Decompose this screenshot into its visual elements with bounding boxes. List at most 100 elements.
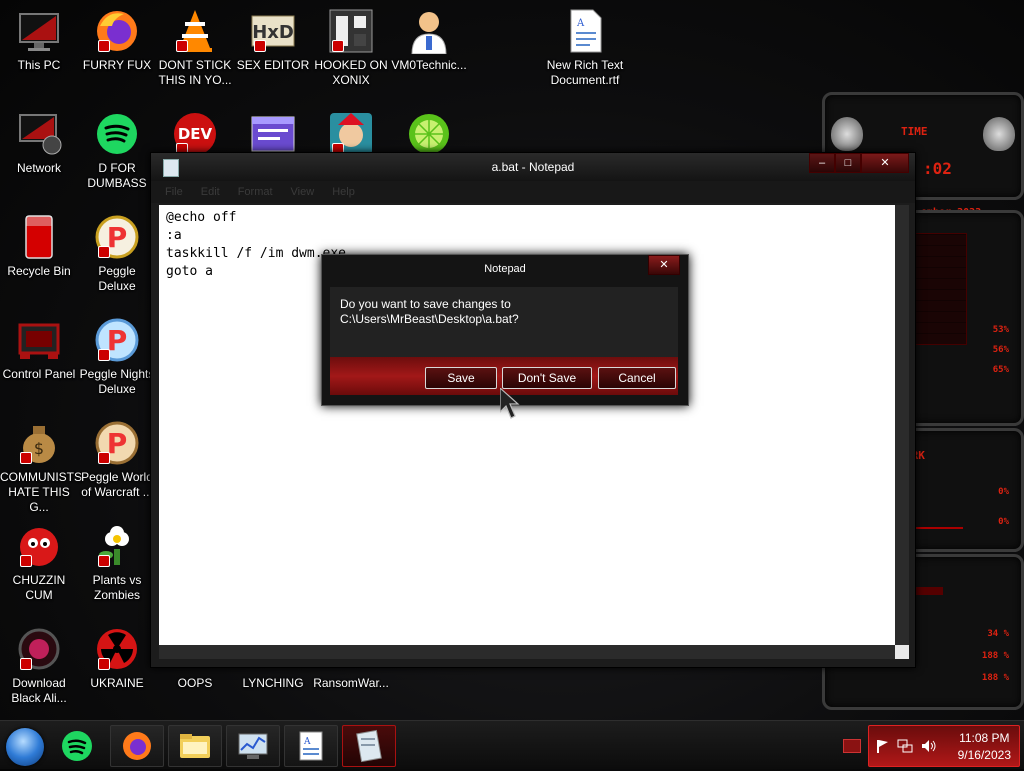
svg-text:$: $	[34, 439, 44, 458]
taskbar: A 11:08 PM 9/16/2023	[0, 720, 1024, 769]
taskbar-task-manager[interactable]	[226, 725, 280, 767]
rtf-document-icon: A	[562, 8, 608, 54]
desktop-icon-recycle-bin[interactable]: Recycle Bin	[0, 214, 78, 279]
save-button[interactable]: Save	[425, 367, 497, 389]
desktop-icon-label: This PC	[17, 58, 61, 72]
desktop-icon-label: Peggle Deluxe	[98, 264, 136, 293]
firefox-icon	[94, 8, 140, 54]
action-center-flag-icon[interactable]	[875, 739, 889, 753]
menu-edit[interactable]: Edit	[201, 186, 220, 198]
svg-text:DEV: DEV	[178, 125, 213, 143]
gadget-time-value: :02	[923, 159, 952, 178]
desktop-icon-hooked-on-xonix[interactable]: HOOKED ON XONIX	[312, 8, 390, 88]
vlc-icon	[172, 8, 218, 54]
desktop-icon-label: COMMUNISTS HATE THIS G...	[0, 470, 82, 514]
menu-format[interactable]: Format	[238, 186, 273, 198]
desktop-icon-peggle-nights[interactable]: P Peggle Nights Deluxe	[78, 317, 156, 397]
clock-time: 11:08 PM	[959, 731, 1010, 745]
disk-value: 188 %	[981, 651, 1009, 661]
desktop-icon-label: Recycle Bin	[7, 264, 71, 278]
desktop-icon-label: UKRAINE	[90, 676, 144, 690]
desktop-icon-d-for-dumbass[interactable]: D FOR DUMBASS	[78, 111, 156, 191]
desktop-icon-label: DONT STICK THIS IN YO...	[158, 58, 232, 87]
taskbar-spotify-icon[interactable]	[60, 729, 94, 763]
cancel-button[interactable]: Cancel	[598, 367, 676, 389]
desktop-icon-sex-editor[interactable]: HxD SEX EDITOR	[234, 8, 312, 73]
desktop-icon-label: Download Black Ali...	[11, 676, 67, 705]
dialog-message: Do you want to save changes to C:\Users\…	[340, 297, 519, 327]
notepad-icon	[356, 729, 382, 763]
clock[interactable]: 11:08 PM 9/16/2023	[958, 730, 1011, 764]
system-tray: 11:08 PM 9/16/2023	[868, 725, 1020, 767]
flower-icon	[94, 523, 140, 569]
hxd-icon: HxD	[250, 8, 296, 54]
desktop-icon-plants-vs-zombies[interactable]: Plants vs Zombies	[78, 523, 156, 603]
firefox-icon	[123, 732, 151, 760]
cpu-value: 56%	[992, 345, 1009, 355]
desktop-icon-ukraine[interactable]: UKRAINE	[78, 626, 156, 691]
taskbar-notepad[interactable]	[342, 725, 396, 767]
desktop-icon-rich-text[interactable]: A New Rich Text Document.rtf	[546, 8, 624, 88]
menu-help[interactable]: Help	[332, 186, 355, 198]
network-icon[interactable]	[897, 739, 913, 753]
alien-head-icon	[831, 117, 863, 151]
start-button[interactable]	[6, 728, 44, 766]
save-changes-dialog: Notepad ✕ Do you want to save changes to…	[321, 254, 689, 406]
desktop-icon-peggle-deluxe[interactable]: P Peggle Deluxe	[78, 214, 156, 294]
desktop-icon-chuzzin[interactable]: CHUZZIN CUM	[0, 523, 78, 603]
monitor-chart-icon	[238, 733, 268, 759]
cpu-value: 65%	[992, 365, 1009, 375]
show-hidden-icons-button[interactable]	[843, 739, 861, 753]
form-window-icon	[250, 111, 296, 157]
alien-head-icon	[983, 117, 1015, 151]
desktop-icon-peggle-wow[interactable]: P Peggle World of Warcraft ...	[78, 420, 156, 500]
dialog-close-button[interactable]: ✕	[648, 255, 680, 275]
desktop-icon-label: CHUZZIN CUM	[12, 573, 66, 602]
elf-game-icon	[328, 111, 374, 157]
desktop-icon-label: VM0Technic...	[391, 58, 467, 72]
resize-grip[interactable]	[895, 645, 909, 659]
wordpad-icon: A	[299, 731, 323, 761]
horizontal-scrollbar[interactable]	[159, 645, 895, 659]
svg-text:A: A	[303, 737, 311, 747]
desktop-icon-label: FURRY FUX	[82, 58, 152, 72]
menu-view[interactable]: View	[291, 186, 315, 198]
desktop-icon-label: Plants vs Zombies	[92, 573, 142, 602]
maximize-button[interactable]: □	[835, 153, 861, 173]
cpu-value: 53%	[992, 325, 1009, 335]
dialog-title: Notepad	[484, 263, 526, 275]
radiation-icon	[94, 626, 140, 672]
desktop-icon-control-panel[interactable]: Control Panel	[0, 317, 78, 382]
desktop-icon-label: HOOKED ON XONIX	[314, 58, 388, 87]
desktop-icon-label: Control Panel	[2, 367, 76, 381]
desktop-icon-label: SEX EDITOR	[236, 58, 310, 72]
disk-value: 188 %	[981, 673, 1009, 683]
desktop-icon-label: New Rich Text Document.rtf	[546, 58, 624, 87]
desktop-icon-vm0technic[interactable]: VM0Technic...	[390, 8, 468, 73]
notepad-menu-bar: File Edit Format View Help	[151, 181, 915, 203]
notepad-title-bar[interactable]: a.bat - Notepad – □ ✕	[151, 153, 915, 181]
taskbar-file-explorer[interactable]	[168, 725, 222, 767]
dont-save-button[interactable]: Don't Save	[502, 367, 592, 389]
alienware-icon	[16, 626, 62, 672]
volume-icon[interactable]	[921, 739, 937, 753]
dialog-body: Do you want to save changes to C:\Users\…	[330, 287, 678, 357]
taskbar-wordpad[interactable]: A	[284, 725, 338, 767]
close-button[interactable]: ✕	[861, 153, 909, 173]
desktop-icon-network[interactable]: Network	[0, 111, 78, 176]
folder-icon	[180, 734, 210, 758]
doctor-icon	[406, 8, 452, 55]
taskbar-firefox[interactable]	[110, 725, 164, 767]
desktop-icon-dont-stick[interactable]: DONT STICK THIS IN YO...	[156, 8, 234, 88]
dialog-message-line: Do you want to save changes to	[340, 297, 511, 311]
menu-file[interactable]: File	[165, 186, 183, 198]
desktop-icon-download-black-ali[interactable]: Download Black Ali...	[0, 626, 78, 706]
money-bag-icon: $	[16, 420, 62, 466]
chuzzle-icon	[16, 523, 62, 569]
notepad-window: a.bat - Notepad – □ ✕ File Edit Format V…	[150, 152, 916, 668]
desktop-icon-this-pc[interactable]: This PC	[0, 8, 78, 73]
minimize-button[interactable]: –	[809, 153, 835, 173]
desktop-icon-furry-fux[interactable]: FURRY FUX	[78, 8, 156, 73]
desktop-icon-communists[interactable]: $ COMMUNISTS HATE THIS G...	[0, 420, 82, 515]
vertical-scrollbar[interactable]	[895, 205, 909, 645]
